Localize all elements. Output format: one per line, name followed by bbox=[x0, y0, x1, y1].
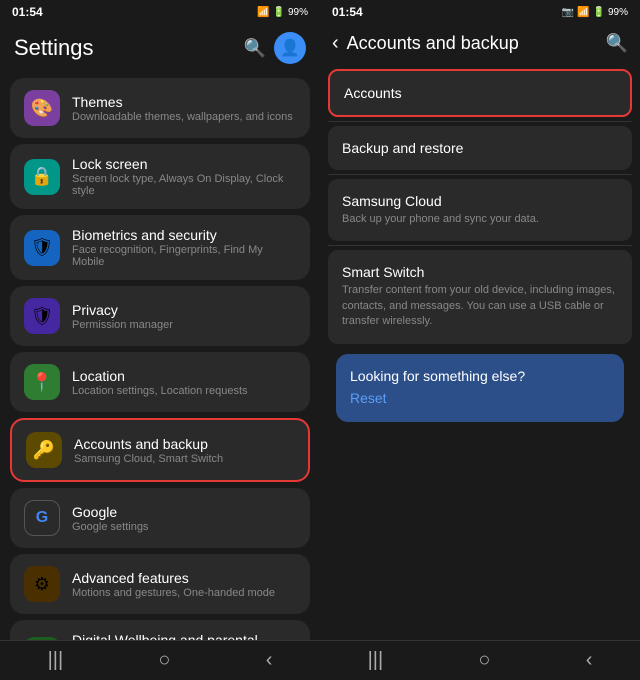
themes-subtitle: Downloadable themes, wallpapers, and ico… bbox=[72, 111, 293, 123]
biometrics-title: Biometrics and security bbox=[72, 227, 296, 243]
settings-item-google[interactable]: G Google Google settings bbox=[10, 488, 310, 548]
settings-item-privacy[interactable]: 🛡 Privacy Permission manager bbox=[10, 286, 310, 346]
divider-1 bbox=[328, 121, 632, 122]
left-nav-back[interactable]: ‹ bbox=[266, 649, 273, 672]
wellbeing-title: Digital Wellbeing and parental controls bbox=[72, 632, 296, 640]
right-item-backup[interactable]: Backup and restore bbox=[328, 126, 632, 170]
right-nav-back[interactable]: ‹ bbox=[586, 649, 593, 672]
settings-item-wellbeing[interactable]: 🌿 Digital Wellbeing and parental control… bbox=[10, 620, 310, 640]
right-samsung-cloud-subtitle: Back up your phone and sync your data. bbox=[342, 212, 618, 227]
settings-item-themes[interactable]: 🎨 Themes Downloadable themes, wallpapers… bbox=[10, 78, 310, 138]
advanced-title: Advanced features bbox=[72, 570, 275, 586]
left-navbar: ||| ○ ‹ bbox=[0, 640, 320, 680]
left-signal-icon: 📶 bbox=[257, 7, 269, 18]
google-title: Google bbox=[72, 504, 148, 520]
lockscreen-title: Lock screen bbox=[72, 156, 296, 172]
looking-box: Looking for something else? Reset bbox=[336, 354, 624, 422]
privacy-title: Privacy bbox=[72, 302, 173, 318]
settings-item-accounts[interactable]: 🔑 Accounts and backup Samsung Cloud, Sma… bbox=[10, 418, 310, 482]
avatar[interactable]: 👤 bbox=[274, 32, 306, 64]
google-subtitle: Google settings bbox=[72, 521, 148, 533]
right-smart-switch-title: Smart Switch bbox=[342, 264, 618, 280]
right-search-icon[interactable]: 🔍 bbox=[606, 33, 628, 54]
right-item-smart-switch[interactable]: Smart Switch Transfer content from your … bbox=[328, 250, 632, 343]
location-icon: 📍 bbox=[24, 364, 60, 400]
advanced-text: Advanced features Motions and gestures, … bbox=[72, 570, 275, 599]
google-text: Google Google settings bbox=[72, 504, 148, 533]
privacy-icon: 🛡 bbox=[24, 298, 60, 334]
right-accounts-title: Accounts bbox=[344, 85, 616, 101]
wellbeing-text: Digital Wellbeing and parental controls … bbox=[72, 632, 296, 640]
right-item-accounts[interactable]: Accounts bbox=[328, 69, 632, 117]
right-smart-switch-subtitle: Transfer content from your old device, i… bbox=[342, 283, 618, 329]
settings-list: 🎨 Themes Downloadable themes, wallpapers… bbox=[0, 74, 320, 640]
privacy-subtitle: Permission manager bbox=[72, 319, 173, 331]
biometrics-icon: 🛡 bbox=[24, 230, 60, 266]
right-time: 01:54 bbox=[332, 5, 363, 19]
right-panel: 01:54 📷 📶 🔋 99% ‹ Accounts and backup 🔍 … bbox=[320, 0, 640, 680]
lockscreen-text: Lock screen Screen lock type, Always On … bbox=[72, 156, 296, 197]
left-panel: 01:54 📶 🔋 99% Settings 🔍 👤 🎨 Themes Down… bbox=[0, 0, 320, 680]
divider-2 bbox=[328, 174, 632, 175]
right-status-icons: 📷 📶 🔋 99% bbox=[562, 7, 628, 18]
right-camera-icon: 📷 bbox=[562, 7, 574, 18]
right-battery-pct: 99% bbox=[608, 7, 628, 18]
themes-text: Themes Downloadable themes, wallpapers, … bbox=[72, 94, 293, 123]
lockscreen-icon: 🔒 bbox=[24, 159, 60, 195]
themes-title: Themes bbox=[72, 94, 293, 110]
location-text: Location Location settings, Location req… bbox=[72, 368, 248, 397]
right-backup-title: Backup and restore bbox=[342, 140, 618, 156]
settings-item-lockscreen[interactable]: 🔒 Lock screen Screen lock type, Always O… bbox=[10, 144, 310, 209]
settings-item-biometrics[interactable]: 🛡 Biometrics and security Face recogniti… bbox=[10, 215, 310, 280]
privacy-text: Privacy Permission manager bbox=[72, 302, 173, 331]
left-nav-apps[interactable]: ||| bbox=[48, 649, 64, 672]
biometrics-text: Biometrics and security Face recognition… bbox=[72, 227, 296, 268]
accounts-title: Accounts and backup bbox=[74, 436, 223, 452]
themes-icon: 🎨 bbox=[24, 90, 60, 126]
left-time: 01:54 bbox=[12, 5, 43, 19]
back-button[interactable]: ‹ bbox=[332, 32, 339, 55]
right-signal-icon: 📶 bbox=[577, 7, 589, 18]
accounts-icon: 🔑 bbox=[26, 432, 62, 468]
right-header: ‹ Accounts and backup 🔍 bbox=[320, 24, 640, 65]
left-battery-pct: 99% bbox=[288, 7, 308, 18]
settings-item-location[interactable]: 📍 Location Location settings, Location r… bbox=[10, 352, 310, 412]
advanced-icon: ⚙ bbox=[24, 566, 60, 602]
right-samsung-cloud-title: Samsung Cloud bbox=[342, 193, 618, 209]
lockscreen-subtitle: Screen lock type, Always On Display, Clo… bbox=[72, 173, 296, 197]
right-page-title: Accounts and backup bbox=[347, 33, 606, 54]
right-battery-icon: 🔋 bbox=[593, 7, 605, 18]
right-navbar: ||| ○ ‹ bbox=[320, 640, 640, 680]
google-icon: G bbox=[24, 500, 60, 536]
right-status-bar: 01:54 📷 📶 🔋 99% bbox=[320, 0, 640, 24]
right-nav-apps[interactable]: ||| bbox=[368, 649, 384, 672]
left-battery-icon: 🔋 bbox=[273, 7, 285, 18]
biometrics-subtitle: Face recognition, Fingerprints, Find My … bbox=[72, 244, 296, 268]
looking-title: Looking for something else? bbox=[350, 368, 610, 384]
location-title: Location bbox=[72, 368, 248, 384]
search-icon[interactable]: 🔍 bbox=[244, 38, 266, 59]
advanced-subtitle: Motions and gestures, One-handed mode bbox=[72, 587, 275, 599]
right-item-samsung-cloud[interactable]: Samsung Cloud Back up your phone and syn… bbox=[328, 179, 632, 241]
header-icon-group: 🔍 👤 bbox=[244, 32, 306, 64]
settings-title: Settings bbox=[14, 35, 94, 61]
avatar-icon: 👤 bbox=[280, 38, 300, 58]
location-subtitle: Location settings, Location requests bbox=[72, 385, 248, 397]
left-status-bar: 01:54 📶 🔋 99% bbox=[0, 0, 320, 24]
right-nav-home[interactable]: ○ bbox=[478, 649, 490, 672]
reset-link[interactable]: Reset bbox=[350, 390, 387, 406]
accounts-text: Accounts and backup Samsung Cloud, Smart… bbox=[74, 436, 223, 465]
right-menu-list: Accounts Backup and restore Samsung Clou… bbox=[320, 65, 640, 640]
left-header: Settings 🔍 👤 bbox=[0, 24, 320, 74]
left-nav-home[interactable]: ○ bbox=[158, 649, 170, 672]
settings-item-advanced[interactable]: ⚙ Advanced features Motions and gestures… bbox=[10, 554, 310, 614]
divider-3 bbox=[328, 245, 632, 246]
left-status-icons: 📶 🔋 99% bbox=[257, 7, 308, 18]
accounts-subtitle: Samsung Cloud, Smart Switch bbox=[74, 453, 223, 465]
